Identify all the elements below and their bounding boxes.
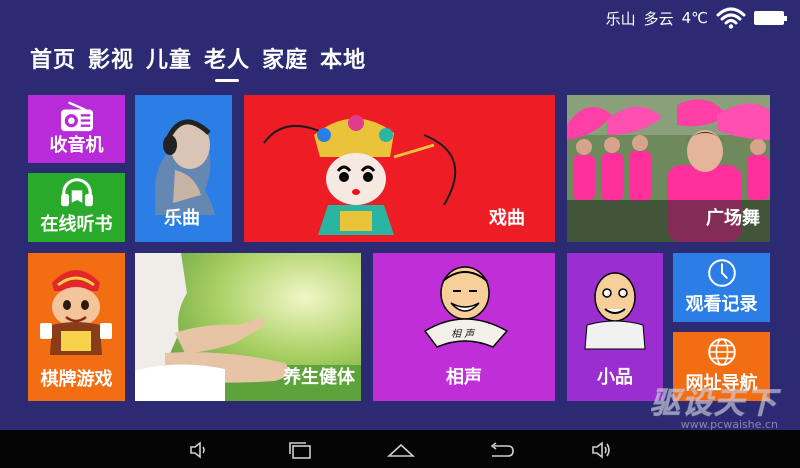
- battery-icon: [754, 11, 787, 25]
- chess-label: 棋牌游戏: [40, 369, 113, 390]
- headphones-icon: [61, 178, 93, 207]
- status-bar: 乐山 多云 4℃: [605, 6, 787, 30]
- recent-apps-icon[interactable]: [286, 440, 314, 460]
- crosstalk-tile[interactable]: 相 声 相声: [373, 253, 555, 401]
- music-label: 乐曲: [164, 208, 200, 229]
- tab-film[interactable]: 影视: [88, 42, 134, 74]
- weather-text: 多云: [643, 9, 674, 28]
- globe-icon: [708, 338, 736, 366]
- square-dance-label: 广场舞: [706, 208, 760, 229]
- wifi-icon: [716, 7, 746, 29]
- tab-local[interactable]: 本地: [320, 42, 366, 74]
- square-dance-tile[interactable]: 广场舞: [567, 95, 770, 242]
- audiobook-tile[interactable]: 在线听书: [28, 173, 125, 242]
- watch-history-tile[interactable]: 观看记录: [673, 253, 770, 322]
- chess-tile[interactable]: 棋牌游戏: [28, 253, 125, 401]
- volume-up-icon[interactable]: [590, 440, 612, 460]
- tab-children[interactable]: 儿童: [146, 42, 192, 74]
- fan-text: 相 声: [451, 328, 476, 340]
- launcher-screen: 乐山 多云 4℃ 首页 影视 儿童 老人 家庭 本地 收音机 在线听书 乐曲 戏…: [0, 0, 800, 430]
- radio-label: 收音机: [49, 135, 104, 156]
- system-nav-bar: [0, 430, 800, 468]
- watermark-logo-text: 驱设天下: [650, 386, 778, 422]
- clock-icon: [708, 259, 736, 287]
- watch-history-label: 观看记录: [685, 294, 758, 315]
- wellness-label: 养生健体: [283, 367, 355, 388]
- opera-tile[interactable]: 戏曲: [244, 95, 555, 242]
- home-icon[interactable]: [386, 440, 416, 460]
- audiobook-label: 在线听书: [40, 214, 113, 235]
- category-tabs: 首页 影视 儿童 老人 家庭 本地: [30, 42, 366, 82]
- wellness-tile[interactable]: 养生健体: [135, 253, 361, 401]
- opera-label: 戏曲: [489, 208, 525, 229]
- watermark-url: www.pcwaishe.cn: [680, 418, 778, 431]
- volume-down-icon[interactable]: [188, 440, 208, 460]
- location-text: 乐山: [605, 9, 636, 28]
- radio-tile[interactable]: 收音机: [28, 95, 125, 163]
- temperature-text: 4℃: [681, 9, 708, 27]
- music-tile[interactable]: 乐曲: [135, 95, 232, 242]
- tab-elderly[interactable]: 老人: [204, 42, 250, 82]
- radio-icon: [61, 101, 93, 132]
- back-icon[interactable]: [486, 440, 516, 460]
- crosstalk-label: 相声: [446, 367, 482, 388]
- tab-home[interactable]: 首页: [30, 42, 76, 74]
- site-watermark: 驱设天下 www.pcwaishe.cn: [598, 378, 779, 432]
- tab-family[interactable]: 家庭: [262, 42, 308, 74]
